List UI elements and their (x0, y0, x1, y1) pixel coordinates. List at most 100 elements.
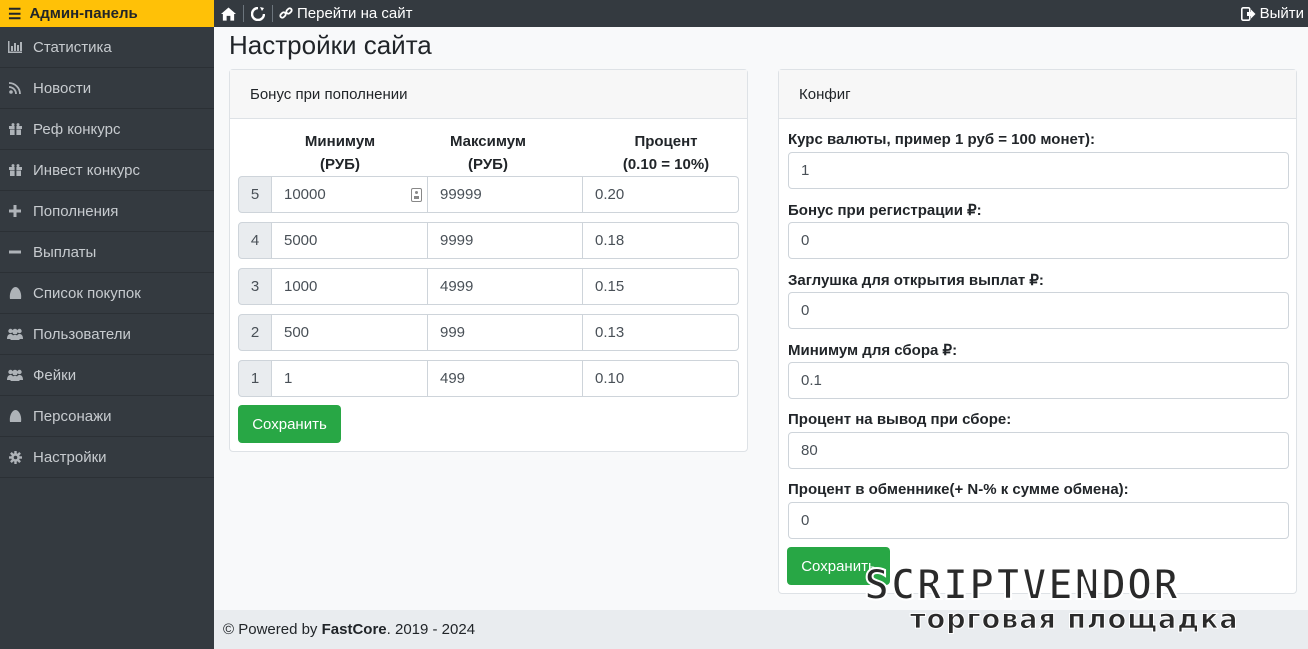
sidebar-item-5[interactable]: Выплаты (0, 232, 214, 273)
config-field-label: Минимум для сбора ₽: (788, 342, 958, 359)
bonus-percent-input[interactable]: 0.15 (583, 268, 739, 305)
bonus-row: 1 1 499 0.10 (238, 360, 739, 397)
sidebar-item-label: Выплаты (33, 243, 97, 261)
config-field-input[interactable]: 0 (788, 502, 1289, 539)
config-field-value: 0 (801, 512, 810, 529)
sidebar-item-label: Статистика (33, 38, 112, 56)
config-field-input[interactable]: 80 (788, 432, 1289, 469)
config-field-value: 80 (801, 442, 818, 459)
col-header-pct-line2: (0.10 = 10%) (622, 156, 710, 173)
topbar: Перейти на сайт Выйти (214, 0, 1308, 27)
config-field-value: 0 (801, 232, 810, 249)
config-field-label: Процент в обменнике(+ N-% к сумме обмена… (788, 481, 1129, 498)
config-field-input[interactable]: 0 (788, 292, 1289, 329)
bonus-max-value: 9999 (440, 232, 474, 249)
link-icon (279, 6, 293, 19)
logout-icon (1240, 6, 1256, 21)
bonus-row-number: 3 (238, 268, 272, 305)
sidebar-header[interactable]: ☰ Админ-панель (0, 0, 214, 27)
sidebar-item-label: Новости (33, 79, 92, 97)
bonus-min-input[interactable]: 500 (272, 314, 428, 351)
sidebar-item-8[interactable]: Фейки (0, 355, 214, 396)
sidebar-item-3[interactable]: Инвест конкурс (0, 150, 214, 191)
bonus-min-value: 10000 (284, 186, 326, 203)
rss-icon (7, 82, 23, 94)
col-header-max-line2: (РУБ) (468, 156, 508, 173)
watermark: SCRIPTVENDOR торговая площадка (863, 560, 1294, 637)
bonus-min-value: 1 (284, 370, 293, 387)
bonus-percent-value: 0.13 (595, 324, 625, 341)
sidebar-title: Админ-панель (29, 5, 138, 22)
footer-brand: FastCore (321, 621, 387, 638)
footer-years: . 2019 - 2024 (386, 621, 476, 638)
bonus-min-value: 1000 (284, 278, 318, 295)
logout-link[interactable]: Выйти (1240, 5, 1308, 22)
config-field-input[interactable]: 0.1 (788, 362, 1289, 399)
bonus-row-number: 5 (238, 176, 272, 213)
sidebar-item-10[interactable]: Настройки (0, 437, 214, 478)
bonus-min-input[interactable]: 10000 (272, 176, 428, 213)
bonus-max-input[interactable]: 499 (428, 360, 583, 397)
config-field-value: 0 (801, 302, 810, 319)
goto-site-label: Перейти на сайт (297, 5, 413, 22)
sidebar-item-label: Персонажи (33, 407, 112, 425)
goto-site-link[interactable]: Перейти на сайт (273, 5, 413, 22)
bonus-card-header: Бонус при пополнении (230, 70, 747, 119)
refresh-icon[interactable] (244, 5, 273, 22)
bonus-max-input[interactable]: 99999 (428, 176, 583, 213)
sidebar-item-4[interactable]: Пополнения (0, 191, 214, 232)
sidebar-item-7[interactable]: Пользователи (0, 314, 214, 355)
config-field-value: 0.1 (801, 372, 822, 389)
bonus-percent-input[interactable]: 0.13 (583, 314, 739, 351)
bonus-max-value: 499 (440, 370, 466, 387)
minus-icon (7, 246, 23, 258)
config-field-input[interactable]: 1 (788, 152, 1289, 189)
watermark-line2: торговая площадка (910, 604, 1239, 635)
sidebar-item-6[interactable]: Список покупок (0, 273, 214, 314)
gear-icon (7, 450, 23, 464)
sidebar-item-2[interactable]: Реф конкурс (0, 109, 214, 150)
col-header-pct: Процент (0.10 = 10%) (602, 130, 730, 176)
bonus-percent-value: 0.10 (595, 370, 625, 387)
bonus-min-value: 5000 (284, 232, 318, 249)
bonus-percent-input[interactable]: 0.10 (583, 360, 739, 397)
sidebar-item-1[interactable]: Новости (0, 68, 214, 109)
bonus-save-button[interactable]: Сохранить (238, 405, 341, 443)
gift-icon (7, 164, 23, 176)
col-header-min-line1: Минимум (304, 133, 376, 150)
sidebar-item-9[interactable]: Персонажи (0, 396, 214, 437)
col-header-min-line2: (РУБ) (320, 156, 360, 173)
config-field-value: 1 (801, 162, 810, 179)
config-field-label: Заглушка для открытия выплат ₽: (788, 272, 1044, 289)
bonus-percent-input[interactable]: 0.20 (583, 176, 739, 213)
watermark-line1: SCRIPTVENDOR (863, 560, 1180, 609)
egg-icon (7, 410, 23, 422)
home-icon[interactable] (214, 5, 244, 22)
sidebar: ☰ Админ-панель Статистика Новости Реф конк… (0, 0, 214, 649)
bonus-card: Бонус при пополнении Минимум (РУБ) Макси… (229, 69, 748, 452)
bonus-max-input[interactable]: 9999 (428, 222, 583, 259)
logout-label: Выйти (1259, 5, 1304, 22)
config-card: Конфиг Курс валюты, пример 1 руб = 100 м… (778, 69, 1297, 594)
col-header-max-line1: Максимум (449, 133, 527, 150)
users-icon (7, 369, 23, 381)
config-field-label: Процент на вывод при сборе: (788, 411, 1012, 428)
autofill-contact-icon[interactable] (411, 188, 422, 202)
bonus-min-input[interactable]: 1 (272, 360, 428, 397)
menu-icon[interactable]: ☰ (8, 5, 21, 23)
bonus-max-input[interactable]: 999 (428, 314, 583, 351)
sidebar-item-label: Настройки (33, 448, 107, 466)
gift-icon (7, 123, 23, 135)
col-header-min: Минимум (РУБ) (272, 130, 408, 176)
footer-prefix: © Powered by (223, 621, 318, 638)
config-field-input[interactable]: 0 (788, 222, 1289, 259)
egg-icon (7, 287, 23, 299)
bonus-max-input[interactable]: 4999 (428, 268, 583, 305)
bonus-min-input[interactable]: 1000 (272, 268, 428, 305)
bonus-min-input[interactable]: 5000 (272, 222, 428, 259)
bonus-percent-input[interactable]: 0.18 (583, 222, 739, 259)
bonus-percent-value: 0.18 (595, 232, 625, 249)
bonus-max-value: 999 (440, 324, 466, 341)
sidebar-item-0[interactable]: Статистика (0, 27, 214, 68)
config-card-header: Конфиг (779, 70, 1296, 119)
